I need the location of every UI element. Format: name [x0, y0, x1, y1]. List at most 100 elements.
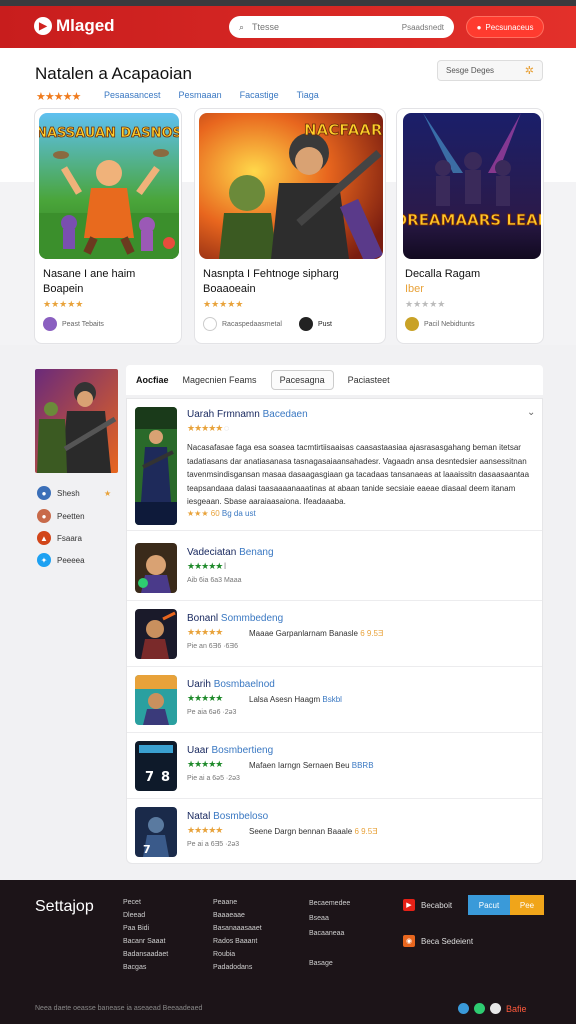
game-title: Nasnpta I Fehtnoge sipharg Boaaoeain	[203, 268, 339, 295]
sidebar-item-label: Peeeea	[57, 555, 85, 565]
sidebar-item-peetten[interactable]: ● Peetten	[37, 509, 85, 523]
page-title: Natalen a Acapaoian	[35, 64, 192, 83]
item-date: Pie ai a 6ǝ5 ·2ǝ3	[187, 775, 240, 782]
footer-link[interactable]: Pecet	[123, 896, 168, 909]
game-thumbnail: NASSAUAN DASNOS	[39, 113, 179, 259]
footer-button-primary[interactable]: Pacut	[468, 895, 510, 915]
hero-link[interactable]: Tiaga	[297, 90, 319, 100]
game-card[interactable]: DREAMAARS LEAK Decalla Ragam Iber ★★★★★ …	[396, 108, 544, 344]
top-action-button[interactable]: ● Pecsunaceus	[466, 16, 544, 38]
footer-link[interactable]: Basanaaasaaet	[213, 922, 262, 935]
tab-item-active[interactable]: Pacesagna	[270, 370, 334, 390]
thumbnail-title: NACFAARA	[304, 121, 383, 139]
item-date: Aib 6ia 6a3 Maaa	[187, 577, 242, 584]
footer-icons: Bafie	[458, 1003, 527, 1014]
avatar	[405, 317, 419, 331]
globe-icon[interactable]	[458, 1003, 469, 1014]
bell-icon: ●	[476, 22, 482, 32]
item-title: Natal Bosmbeloso	[187, 811, 269, 822]
game-meta: Pacil Nebidtunts	[405, 317, 475, 331]
footer-link[interactable]: Paa Bidi	[123, 922, 168, 935]
game-meta: Racaspedaasmetal Pust	[203, 317, 332, 331]
svg-text:8: 8	[161, 770, 170, 785]
sidebar-item-label: Fsaara	[57, 533, 82, 543]
sort-dropdown[interactable]: Sesge Deges ✲	[437, 60, 543, 81]
game-meta: Peast Tebaits	[43, 317, 104, 331]
list-item[interactable]: 7 8 Uaar Bosmbertieng ★★★★★ Mafaen Iarng…	[127, 733, 542, 799]
footer-brand: Settajop	[35, 898, 94, 915]
footer-link[interactable]: Basage	[309, 956, 350, 971]
search-icon: ⌕	[239, 21, 245, 32]
user-icon: ●	[37, 486, 51, 500]
thumbnail-title: DREAMAARS LEAK	[403, 211, 541, 229]
item-title: Uarah Frmnamn Bacedaen	[187, 409, 308, 420]
hero-link[interactable]: Pesmaaan	[179, 90, 222, 100]
hero-links: Pesaasancest Pesmaaan Facastige Tiaga	[104, 90, 319, 100]
youtube-icon: ▶	[403, 899, 415, 911]
info-icon[interactable]	[490, 1003, 501, 1014]
item-footer: ★★★ 60 Bg da ust	[187, 509, 256, 518]
footer-link[interactable]: Peaane	[213, 896, 262, 909]
game-thumbnail: 7	[135, 807, 177, 857]
tab-item[interactable]: Paciasteet	[348, 375, 390, 385]
sidebar-item-shesh[interactable]: ● Shesh	[37, 486, 80, 500]
svg-text:7: 7	[145, 770, 154, 785]
game-thumbnail: NACFAARA	[199, 113, 383, 259]
game-card[interactable]: NASSAUAN DASNOS Nasane I ane haim Boapei…	[34, 108, 182, 344]
tabs-label: Aocfiae	[136, 375, 169, 385]
search-box[interactable]: ⌕ Psaadsnedt	[229, 16, 454, 38]
footer-link[interactable]: Badansaadaet	[123, 948, 168, 961]
share-icon[interactable]	[474, 1003, 485, 1014]
item-title: Uarih Bosmbaelnod	[187, 679, 275, 690]
footer-button-secondary[interactable]: Pee	[510, 895, 544, 915]
item-rating: ★★★★★	[187, 825, 223, 835]
list-item[interactable]: Uarah Frmnamn Bacedaen ⌄ ★★★★★ ◌ Nacasaf…	[127, 399, 542, 531]
sidebar-item-fsaara[interactable]: ▲ Fsaara	[37, 531, 82, 545]
footer-link[interactable]: Bacanr Saaat	[123, 935, 168, 948]
tab-item[interactable]: Magecnien Feams	[183, 375, 257, 385]
footer-link[interactable]: Roubia	[213, 948, 262, 961]
item-title: Vadeciatan Benang	[187, 547, 274, 558]
hero-link[interactable]: Pesaasancest	[104, 90, 161, 100]
search-input[interactable]	[252, 22, 383, 32]
featured-thumbnail[interactable]	[35, 369, 118, 473]
footer-link[interactable]: Bacgas	[123, 961, 168, 974]
footer-link[interactable]: Bacaaneaa	[309, 926, 350, 941]
list-item[interactable]: 7 Natal Bosmbeloso ★★★★★ Seene Dargn ben…	[127, 799, 542, 863]
footer-link[interactable]: Rados Baaant	[213, 935, 262, 948]
game-card[interactable]: NACFAARA Nasnpta I Fehtnoge sipharg Boaa…	[194, 108, 386, 344]
item-date: Pe ai a 6Ǝ5 ·2ǝ3	[187, 841, 240, 848]
list-item[interactable]: Vadeciatan Benang ★★★★★ ǀ Aib 6ia 6a3 Ma…	[127, 531, 542, 601]
hero-link[interactable]: Facastige	[240, 90, 279, 100]
avatar	[203, 317, 217, 331]
logo-text: Mlaged	[56, 16, 115, 35]
fire-icon: ▲	[37, 531, 51, 545]
footer-link[interactable]: Becaemedee	[309, 896, 350, 911]
footer-link[interactable]: Dleead	[123, 909, 168, 922]
footer-social-other[interactable]: ◉ Beca Sedeient	[403, 935, 473, 947]
footer-social-youtube[interactable]: ▶ Becaboit	[403, 899, 452, 911]
copyright: Neea daete oeasse banease ia aseaead Bee…	[35, 1005, 203, 1012]
list-item[interactable]: Uarih Bosmbaelnod ★★★★★ Lalsa Asesn Haag…	[127, 667, 542, 733]
game-rating: ★★★★★	[405, 299, 446, 309]
play-icon: ▶	[34, 17, 52, 35]
footer-tail-text[interactable]: Bafie	[506, 1004, 527, 1014]
chevron-down-icon[interactable]: ⌄	[527, 407, 535, 418]
game-title: Decalla Ragam Iber	[405, 268, 481, 295]
item-rating: ★★★★★	[187, 693, 223, 703]
tab-bar: Aocfiae Magecnien Feams Pacesagna Pacias…	[126, 365, 543, 395]
sidebar-item-peeeea[interactable]: ✦ Peeeea	[37, 553, 85, 567]
footer-link[interactable]: Padadodans	[213, 961, 262, 974]
item-date: Pie an 6Ǝ6 ·6Ǝ6	[187, 643, 238, 650]
item-tags: Lalsa Asesn Haagm Bskbl	[249, 695, 342, 704]
list-item[interactable]: Bonanl Sommbedeng ★★★★★ Maaae Garpanlarn…	[127, 601, 542, 667]
search-button[interactable]: Psaadsnedt	[402, 23, 444, 32]
site-logo[interactable]: ▶ Mlaged	[34, 16, 115, 36]
footer-link[interactable]: Bseaa	[309, 911, 350, 926]
footer-link[interactable]	[309, 941, 350, 956]
item-rating: ★★★★★	[187, 627, 223, 637]
item-tags: Seene Dargn bennan Baaale 6 9.5Ǝ	[249, 827, 378, 836]
top-action-label: Pecsunaceus	[485, 22, 534, 32]
avatar	[43, 317, 57, 331]
footer-link[interactable]: Baaaeaae	[213, 909, 262, 922]
